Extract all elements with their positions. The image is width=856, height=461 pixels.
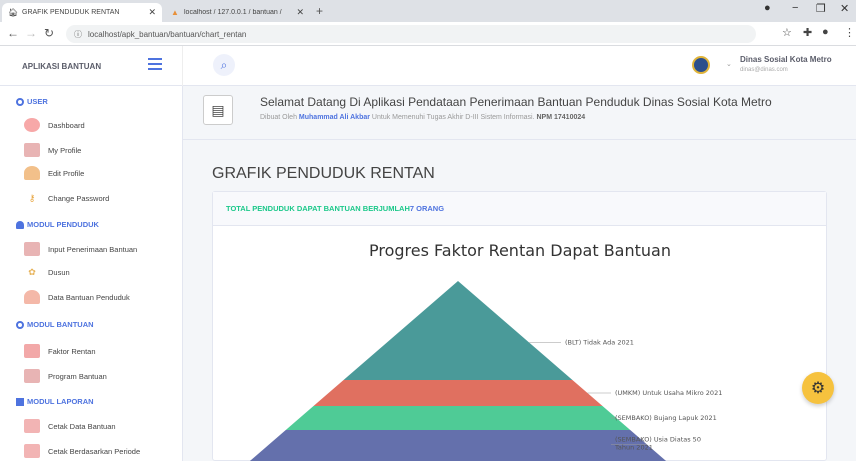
pyramid-chart: Progres Faktor Rentan Dapat Bantuan (BLT… (243, 241, 722, 461)
user-email: dinas@dinas.com (740, 67, 788, 73)
avatar[interactable] (692, 56, 710, 74)
home-icon: 🏠︎ (8, 8, 19, 17)
browser-tab-bar: 🏠︎ GRAFIK PENDUDUK RENTAN ✕ ▲ localhost … (0, 0, 856, 22)
segment-label: (UMKM) Untuk Usaha Mikro 2021 (615, 389, 722, 397)
xampp-icon: ▲ (171, 8, 179, 17)
search-icon[interactable]: ⌕ (213, 54, 235, 76)
menu-kebab-icon[interactable]: ⋮ (844, 26, 855, 39)
info-icon[interactable]: ⓘ (74, 29, 82, 40)
minimize-icon[interactable]: − (792, 2, 798, 14)
new-tab-icon[interactable]: + (316, 4, 323, 18)
close-tab-icon[interactable]: ✕ (148, 7, 156, 18)
close-tab-icon[interactable]: ✕ (296, 7, 304, 18)
forward-icon[interactable]: → (25, 26, 37, 40)
user-edit-icon (24, 166, 40, 180)
extensions-icon[interactable]: ✚ (803, 26, 812, 39)
url-field[interactable]: ⓘ localhost/apk_bantuan/bantuan/chart_re… (66, 25, 756, 43)
browser-tab-inactive[interactable]: ▲ localhost / 127.0.0.1 / bantuan / ✕ (164, 3, 310, 22)
chart-title: Progres Faktor Rentan Dapat Bantuan (369, 241, 671, 260)
sidebar-item-data-bantuan-penduduk[interactable]: Data Bantuan Penduduk (24, 288, 174, 306)
profile-avatar-icon[interactable]: ● (822, 26, 829, 38)
user-name[interactable]: Dinas Sosial Kota Metro (740, 55, 832, 64)
users-icon (24, 290, 40, 304)
segment-label: (SEMBAKO) Bujang Lapuk 2021 (615, 414, 717, 422)
circle-icon (16, 320, 24, 329)
card-header: TOTAL PENDUDUK DAPAT BANTUAN BERJUMLAH 7… (213, 192, 826, 226)
users-icon (16, 220, 24, 229)
address-bar: ← → ↻ ⓘ localhost/apk_bantuan/bantuan/ch… (0, 22, 856, 46)
browser-tab-active[interactable]: 🏠︎ GRAFIK PENDUDUK RENTAN ✕ (2, 3, 162, 22)
back-icon[interactable]: ← (7, 26, 19, 40)
divider (183, 139, 856, 140)
chart-card: TOTAL PENDUDUK DAPAT BANTUAN BERJUMLAH 7… (212, 191, 827, 461)
segment-label: (SEMBAKO) Usia Diatas 50 Tahun 2021 (614, 436, 701, 452)
settings-fab-icon[interactable]: ⚙ (802, 372, 834, 404)
sidebar-item-dusun[interactable]: ✿ Dusun (24, 263, 174, 281)
id-card-icon (24, 143, 40, 157)
pyramid-segment[interactable] (243, 430, 673, 461)
sidebar-section-user: USER (16, 97, 48, 106)
sidebar-item-dashboard[interactable]: Dashboard (24, 116, 174, 134)
pyramid-segment[interactable] (313, 380, 603, 406)
gear-icon: ✿ (28, 266, 36, 277)
sidebar-section-modul-penduduk: MODUL PENDUDUK (16, 220, 99, 229)
sidebar-item-input-penerimaan-bantuan[interactable]: Input Penerimaan Bantuan (24, 240, 174, 258)
sidebar-section-modul-laporan: MODUL LAPORAN (16, 397, 94, 406)
page-title: GRAFIK PENDUDUK RENTAN (212, 165, 435, 182)
sidebar-item-my-profile[interactable]: My Profile (24, 141, 174, 159)
close-window-icon[interactable]: ✕ (840, 2, 849, 15)
sidebar-item-edit-profile[interactable]: Edit Profile (24, 164, 174, 182)
id-card-icon (24, 242, 40, 256)
sidebar-item-change-password[interactable]: ⚷ Change Password (24, 189, 174, 207)
sidebar-item-program-bantuan[interactable]: Program Bantuan (24, 367, 174, 385)
tab-title: localhost / 127.0.0.1 / bantuan / (184, 9, 282, 16)
pyramid-segment[interactable] (343, 281, 573, 380)
book-icon (16, 397, 24, 406)
pyramid-segment[interactable] (285, 406, 631, 430)
welcome-subtitle: Dibuat Oleh Muhammad Ali Akbar Untuk Mem… (260, 114, 586, 121)
id-card-icon: ▤ (203, 95, 233, 125)
id-card-icon (24, 369, 40, 383)
medkit-icon (24, 344, 40, 358)
key-icon: ⚷ (28, 192, 36, 203)
reload-icon[interactable]: ↻ (44, 26, 54, 40)
sidebar-item-cetak-data-bantuan[interactable]: Cetak Data Bantuan (24, 417, 174, 435)
printer-icon (24, 419, 40, 433)
chevron-down-icon[interactable]: ⌄ (726, 60, 732, 68)
segment-label: (BLT) Tidak Ada 2021 (565, 339, 634, 347)
tab-title: GRAFIK PENDUDUK RENTAN (22, 9, 120, 16)
url-text: localhost/apk_bantuan/bantuan/chart_rent… (88, 29, 247, 39)
sidebar-item-faktor-rentan[interactable]: Faktor Rentan (24, 342, 174, 360)
dashboard-icon (24, 118, 40, 132)
profile-circle-icon[interactable]: ● (764, 2, 771, 14)
sidebar-item-cetak-berdasarkan-periode[interactable]: Cetak Berdasarkan Periode (24, 442, 174, 460)
restore-icon[interactable]: ❐ (816, 2, 826, 15)
hamburger-menu-icon[interactable] (148, 58, 162, 73)
circle-icon (16, 97, 24, 106)
sidebar-section-modul-bantuan: MODUL BANTUAN (16, 320, 94, 329)
printer-icon (24, 444, 40, 458)
sidebar: USER Dashboard My Profile Edit Profile ⚷… (0, 86, 183, 461)
welcome-title: Selamat Datang Di Aplikasi Pendataan Pen… (260, 95, 772, 109)
app-header: APLIKASI BANTUAN ⌕ ⌄ Dinas Sosial Kota M… (0, 46, 856, 86)
bookmark-star-icon[interactable]: ☆ (782, 26, 792, 39)
